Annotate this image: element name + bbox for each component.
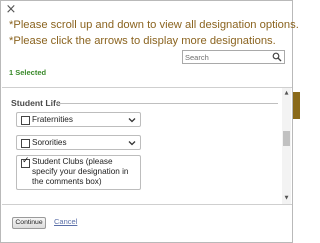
search-icon[interactable] xyxy=(272,52,282,62)
scrollbar-thumb[interactable] xyxy=(283,131,290,146)
option-label: Fraternities xyxy=(32,115,73,124)
check-icon: ✓ xyxy=(22,156,30,166)
instructions: *Please scroll up and down to view all d… xyxy=(9,18,299,49)
instruction-arrows: *Please click the arrows to display more… xyxy=(9,34,276,47)
chevron-down-icon[interactable] xyxy=(128,117,136,123)
scrollbar[interactable]: ▲ ▼ xyxy=(282,88,291,204)
selected-count: 1 Selected xyxy=(9,68,47,77)
search-input[interactable] xyxy=(185,52,271,63)
sororities-checkbox[interactable] xyxy=(21,139,30,148)
option-sororities[interactable]: Sororities xyxy=(16,135,141,150)
scroll-down-icon[interactable]: ▼ xyxy=(282,194,291,202)
section-divider xyxy=(56,103,278,104)
fraternities-checkbox[interactable] xyxy=(21,116,30,125)
cancel-link[interactable]: Cancel xyxy=(54,217,77,226)
option-label: Sororities xyxy=(32,138,67,147)
scroll-up-icon[interactable]: ▲ xyxy=(282,89,291,97)
option-student-clubs[interactable]: ✓ Student Clubs (please specify your des… xyxy=(16,155,141,190)
designation-list: Student Life Fraternities Sororities ✓ S… xyxy=(2,87,292,205)
option-label: Student Clubs (please specify your desig… xyxy=(32,157,129,186)
designation-dialog: × *Please scroll up and down to view all… xyxy=(0,0,299,243)
chevron-down-icon[interactable] xyxy=(128,140,136,146)
section-title: Student Life xyxy=(11,98,61,108)
instruction-scroll: *Please scroll up and down to view all d… xyxy=(9,19,299,31)
page-backdrop xyxy=(293,92,300,119)
close-icon[interactable]: × xyxy=(4,3,18,17)
search-box xyxy=(182,50,285,64)
student-clubs-checkbox[interactable]: ✓ xyxy=(21,156,30,168)
option-fraternities[interactable]: Fraternities xyxy=(16,112,141,127)
continue-button[interactable]: Continue xyxy=(12,217,46,229)
